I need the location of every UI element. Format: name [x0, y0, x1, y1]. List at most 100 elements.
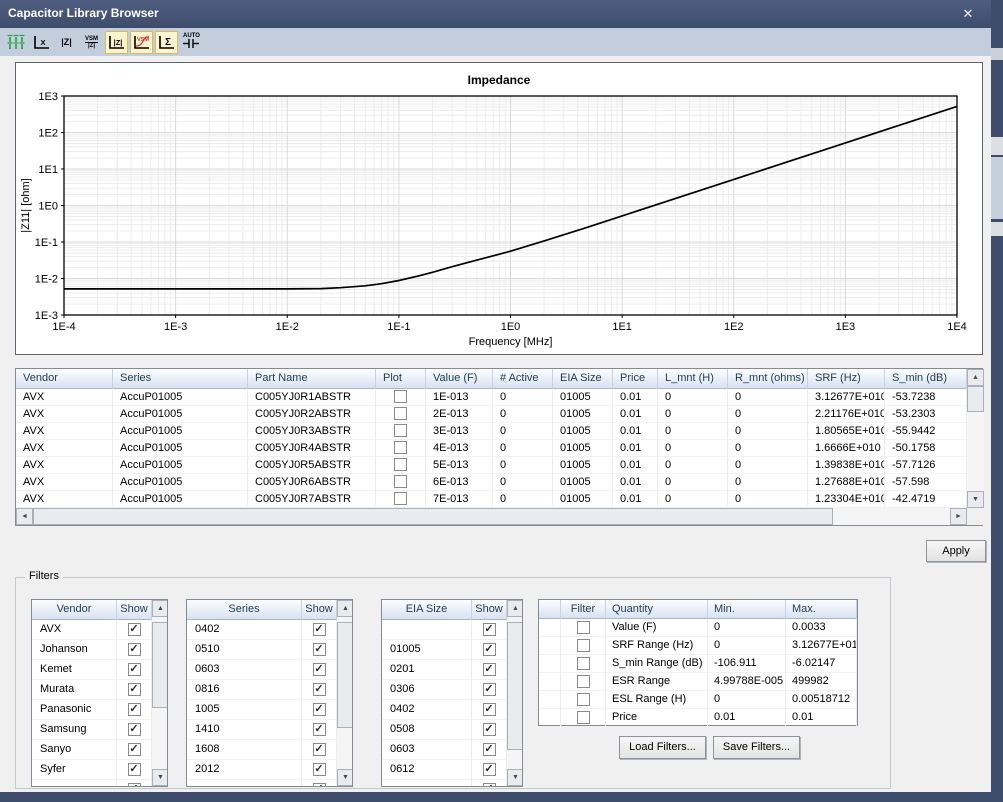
- min-value[interactable]: -106.911: [708, 655, 786, 673]
- scrollbar-thumb[interactable]: [337, 622, 353, 728]
- quantity-filter-row[interactable]: Value (F)00.0033: [539, 619, 857, 637]
- show-checkbox[interactable]: ✓: [313, 663, 326, 676]
- table-row[interactable]: AVXAccuP01005C005YJ0R4ABSTR4E-0130010050…: [16, 440, 967, 457]
- save-filters-button[interactable]: Save Filters...: [713, 736, 800, 759]
- column-header[interactable]: Series: [187, 600, 302, 620]
- show-checkbox[interactable]: ✓: [483, 743, 496, 756]
- remove-trace-button[interactable]: X: [30, 31, 53, 54]
- filter-list-row[interactable]: 2012✓: [187, 760, 337, 780]
- load-filters-button[interactable]: Load Filters...: [619, 736, 706, 759]
- column-header[interactable]: SRF (Hz): [808, 369, 885, 389]
- quantity-filter-row[interactable]: SRF Range (Hz)03.12677E+010: [539, 637, 857, 655]
- show-checkbox[interactable]: ✓: [313, 683, 326, 696]
- scrollbar-down-button[interactable]: ▼: [967, 491, 984, 508]
- filter-list-row[interactable]: 1005✓: [187, 700, 337, 720]
- filter-list-row[interactable]: 0402✓: [382, 700, 507, 720]
- scrollbar-up-button[interactable]: ▲: [337, 600, 353, 617]
- show-checkbox[interactable]: ✓: [313, 763, 326, 776]
- filter-list-row[interactable]: 01005✓: [382, 640, 507, 660]
- filter-list-row[interactable]: Johanson✓: [32, 640, 152, 660]
- column-header[interactable]: Show: [302, 600, 337, 620]
- column-header[interactable]: S_min (dB): [885, 369, 967, 389]
- scrollbar-down-button[interactable]: ▼: [152, 769, 168, 786]
- filter-list-row[interactable]: 0612✓: [382, 760, 507, 780]
- filter-list-row[interactable]: 0816✓: [187, 680, 337, 700]
- plot-sum-button[interactable]: Σ: [155, 31, 178, 54]
- column-header[interactable]: L_mnt (H): [658, 369, 728, 389]
- filter-list-row[interactable]: 0306✓: [382, 680, 507, 700]
- h-scrollbar-thumb[interactable]: [33, 508, 833, 525]
- show-checkbox[interactable]: ✓: [483, 663, 496, 676]
- show-checkbox[interactable]: ✓: [128, 783, 141, 787]
- scrollbar-down-button[interactable]: ▼: [337, 769, 353, 786]
- plot-checkbox[interactable]: [394, 492, 407, 505]
- min-value[interactable]: 4.99788E-005: [708, 673, 786, 691]
- table-row[interactable]: AVXAccuP01005C005YJ0R1ABSTR1E-0130010050…: [16, 389, 967, 406]
- scrollbar-up-button[interactable]: ▲: [967, 369, 984, 386]
- filter-list-row[interactable]: 0603✓: [382, 740, 507, 760]
- max-value[interactable]: 0.0033: [786, 619, 857, 637]
- h-scrollbar-left-button[interactable]: ◄: [16, 508, 33, 525]
- column-header[interactable]: Show: [117, 600, 152, 620]
- plot-vsm-button[interactable]: VSM: [130, 31, 153, 54]
- filter-list-row[interactable]: 1410✓: [187, 720, 337, 740]
- filter-list-row[interactable]: Panasonic✓: [32, 700, 152, 720]
- show-checkbox[interactable]: ✓: [128, 643, 141, 656]
- plot-checkbox[interactable]: [394, 441, 407, 454]
- scrollbar-thumb[interactable]: [507, 622, 523, 750]
- max-value[interactable]: 3.12677E+010: [786, 637, 857, 655]
- column-header[interactable]: Series: [113, 369, 248, 389]
- quantity-filter-row[interactable]: ESL Range (H)00.00518712: [539, 691, 857, 709]
- filter-list-row[interactable]: Murata✓: [32, 680, 152, 700]
- plot-checkbox[interactable]: [394, 475, 407, 488]
- column-header[interactable]: R_mnt (ohms): [728, 369, 808, 389]
- min-value[interactable]: 0: [708, 691, 786, 709]
- filter-list-row[interactable]: 1608✓: [187, 740, 337, 760]
- table-row[interactable]: AVXAccuP01005C005YJ0R5ABSTR5E-0130010050…: [16, 457, 967, 474]
- column-header[interactable]: Filter: [561, 600, 606, 619]
- quantity-filter-row[interactable]: Price0.010.01: [539, 709, 857, 727]
- scrollbar-down-button[interactable]: ▼: [507, 769, 523, 786]
- show-checkbox[interactable]: ✓: [483, 703, 496, 716]
- apply-button[interactable]: Apply: [926, 540, 986, 562]
- scrollbar-thumb[interactable]: [967, 386, 984, 412]
- max-value[interactable]: -6.02147: [786, 655, 857, 673]
- table-row[interactable]: AVXAccuP01005C005YJ0R6ABSTR6E-0130010050…: [16, 474, 967, 491]
- show-checkbox[interactable]: ✓: [483, 643, 496, 656]
- plot-impedance-button[interactable]: |Z|: [105, 31, 128, 54]
- show-checkbox[interactable]: ✓: [128, 743, 141, 756]
- show-checkbox[interactable]: ✓: [313, 723, 326, 736]
- filter-list-row[interactable]: 0603✓: [187, 660, 337, 680]
- scrollbar-up-button[interactable]: ▲: [152, 600, 168, 617]
- max-value[interactable]: 0.00518712: [786, 691, 857, 709]
- column-header[interactable]: Vendor: [16, 369, 113, 389]
- h-scrollbar-right-button[interactable]: ►: [950, 508, 967, 525]
- column-header[interactable]: Value (F): [426, 369, 493, 389]
- column-header[interactable]: Show: [472, 600, 507, 620]
- show-checkbox[interactable]: ✓: [483, 763, 496, 776]
- column-header[interactable]: Vendor: [32, 600, 117, 620]
- filter-list-row[interactable]: 0201✓: [382, 660, 507, 680]
- column-header[interactable]: EIA Size: [382, 600, 472, 620]
- show-checkbox[interactable]: ✓: [128, 723, 141, 736]
- column-header[interactable]: Max.: [786, 600, 857, 619]
- column-header[interactable]: Min.: [708, 600, 786, 619]
- filter-checkbox[interactable]: [577, 657, 590, 670]
- quantity-filter-row[interactable]: S_min Range (dB)-106.911-6.02147: [539, 655, 857, 673]
- column-header[interactable]: Plot: [376, 369, 426, 389]
- column-header[interactable]: EIA Size: [553, 369, 613, 389]
- scrollbar-thumb[interactable]: [152, 622, 168, 708]
- table-row[interactable]: AVXAccuP01005C005YJ0R7ABSTR7E-0130010050…: [16, 491, 967, 508]
- column-header[interactable]: Price: [613, 369, 658, 389]
- column-header[interactable]: # Active: [493, 369, 553, 389]
- min-value[interactable]: 0: [708, 619, 786, 637]
- show-checkbox[interactable]: ✓: [128, 683, 141, 696]
- show-checkbox[interactable]: ✓: [313, 783, 326, 787]
- column-header[interactable]: Quantity: [606, 600, 708, 619]
- show-checkbox[interactable]: ✓: [483, 783, 496, 787]
- scrollbar-up-button[interactable]: ▲: [507, 600, 523, 617]
- show-checkbox[interactable]: ✓: [128, 763, 141, 776]
- max-value[interactable]: 499982: [786, 673, 857, 691]
- min-value[interactable]: 0.01: [708, 709, 786, 727]
- filter-list-row[interactable]: 0508✓: [382, 720, 507, 740]
